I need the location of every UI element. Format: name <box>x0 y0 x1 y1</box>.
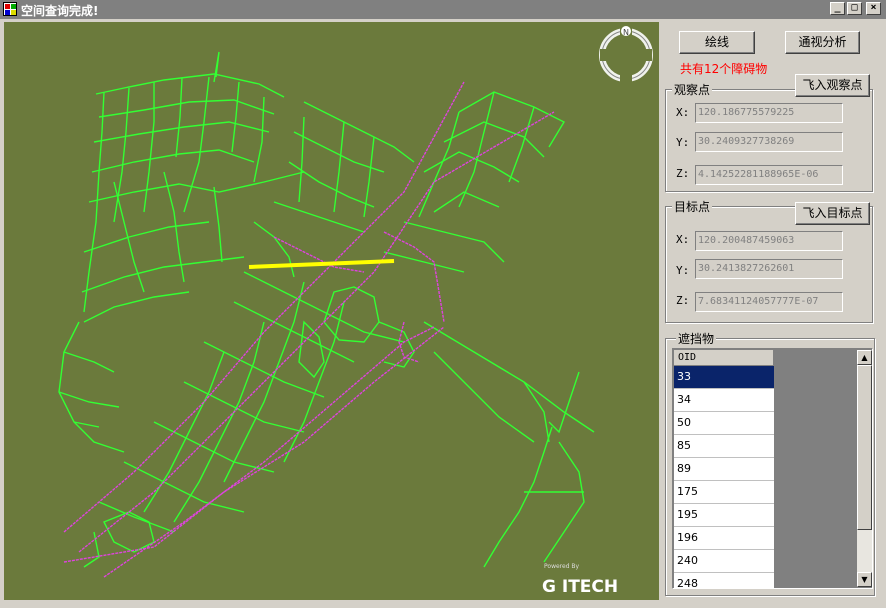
table-row[interactable]: 248 <box>674 573 774 588</box>
watermark-powered: Powered By <box>544 563 580 570</box>
visibility-analysis-button[interactable]: 通视分析 <box>785 31 860 54</box>
scroll-up-icon[interactable]: ▲ <box>857 350 872 365</box>
map-canvas[interactable]: N Powered By G ITECH <box>4 22 659 600</box>
observer-z-label: Z: <box>676 167 690 180</box>
title-bar: 空间查询完成! _ □ × <box>0 0 886 19</box>
obstacles-group-title: 遮挡物 <box>676 330 717 347</box>
fly-to-target-button[interactable]: 飞入目标点 <box>795 202 870 225</box>
target-y-field[interactable]: 30.2413827262601 <box>695 259 843 279</box>
draw-line-button[interactable]: 绘线 <box>679 31 755 54</box>
sight-line <box>248 259 395 269</box>
compass-icon[interactable]: N <box>599 26 653 82</box>
target-x-label: X: <box>676 233 690 246</box>
table-row[interactable]: 240 <box>674 550 774 573</box>
table-row[interactable]: 33 <box>674 366 774 389</box>
scroll-down-icon[interactable]: ▼ <box>857 572 872 587</box>
scroll-thumb[interactable] <box>857 365 872 530</box>
compass-north-label: N <box>623 28 629 37</box>
table-row[interactable]: 195 <box>674 504 774 527</box>
table-row[interactable]: 85 <box>674 435 774 458</box>
observer-z-field[interactable]: 4.14252281188965E-06 <box>695 165 843 185</box>
window-title: 空间查询完成! <box>21 4 99 18</box>
target-x-field[interactable]: 120.200487459063 <box>695 231 843 251</box>
close-button[interactable]: × <box>866 2 881 15</box>
map-view[interactable]: N Powered By G ITECH <box>4 22 659 600</box>
table-row[interactable]: 196 <box>674 527 774 550</box>
table-row[interactable]: 50 <box>674 412 774 435</box>
observer-x-label: X: <box>676 106 690 119</box>
minimize-button[interactable]: _ <box>830 2 845 15</box>
target-group-title: 目标点 <box>672 198 713 215</box>
road-network <box>58 51 595 568</box>
target-z-field[interactable]: 7.68341124057777E-07 <box>695 292 843 312</box>
grid-scrollbar[interactable]: ▲ ▼ <box>857 350 872 587</box>
observer-y-label: Y: <box>676 136 690 149</box>
maximize-button[interactable]: □ <box>847 2 862 15</box>
table-row[interactable]: 175 <box>674 481 774 504</box>
observer-x-field[interactable]: 120.186775579225 <box>695 103 843 123</box>
target-y-label: Y: <box>676 264 690 277</box>
table-row[interactable]: 89 <box>674 458 774 481</box>
observer-group-title: 观察点 <box>672 81 713 98</box>
watermark-brand: G ITECH <box>542 577 618 597</box>
boundary-lines <box>63 81 555 578</box>
obstacle-count-notice: 共有12个障碍物 <box>680 62 768 76</box>
obstacles-grid[interactable]: OID 33 34 50 85 89 175 195 196 240 248 ▲… <box>672 348 873 589</box>
app-icon <box>3 2 17 16</box>
fly-to-observer-button[interactable]: 飞入观察点 <box>795 74 870 97</box>
observer-y-field[interactable]: 30.2409327738269 <box>695 132 843 152</box>
oid-column-header[interactable]: OID <box>674 350 774 366</box>
table-row[interactable]: 34 <box>674 389 774 412</box>
target-z-label: Z: <box>676 294 690 307</box>
